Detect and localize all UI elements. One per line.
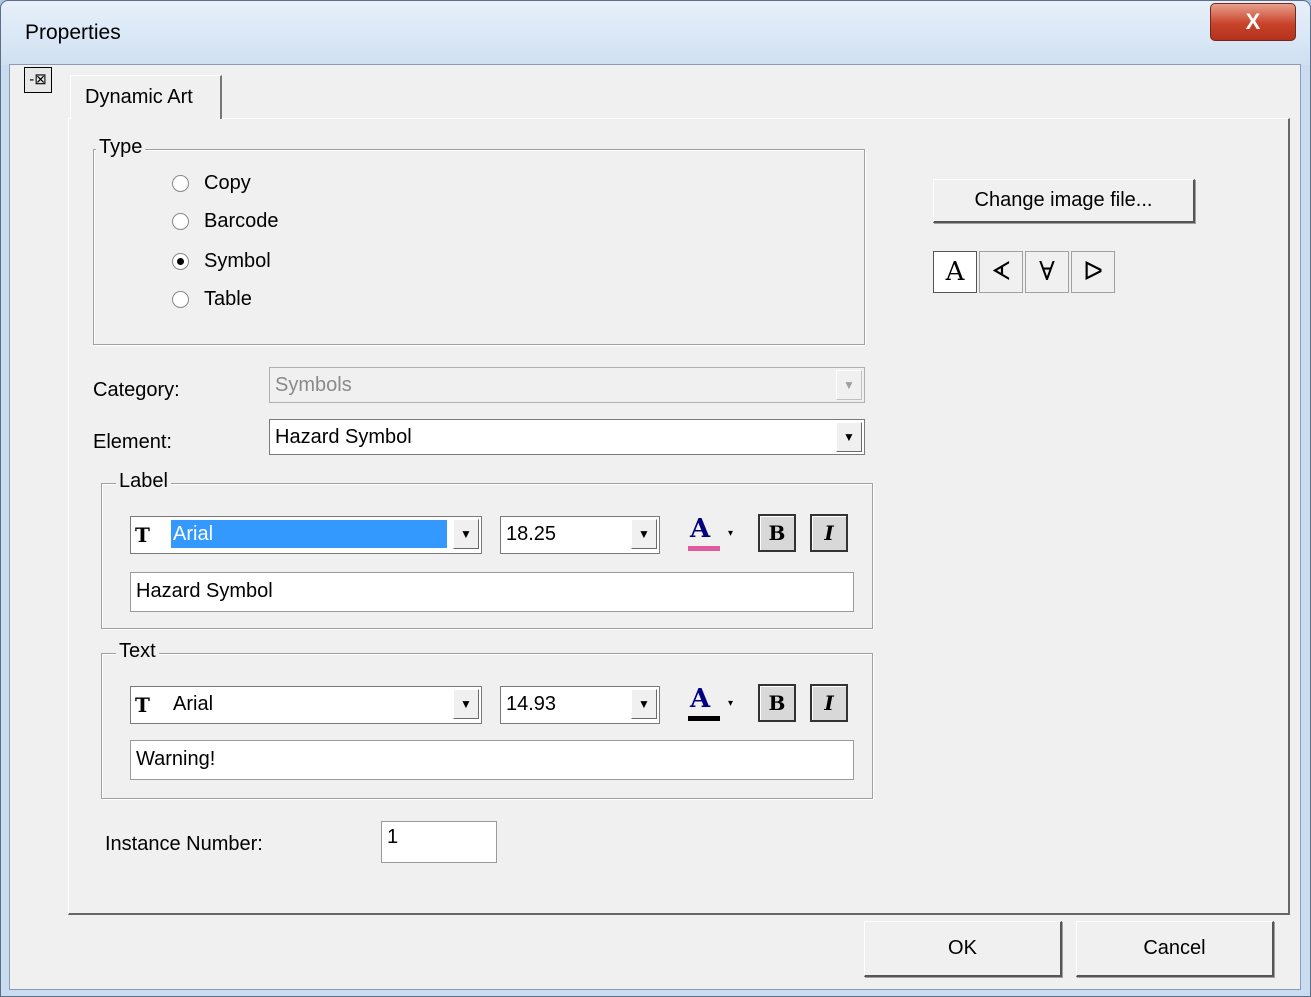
ok-button[interactable]: OK (864, 921, 1062, 977)
change-image-file-button[interactable]: Change image file... (933, 179, 1195, 223)
instance-number-label: Instance Number: (105, 833, 263, 855)
type-group: Type Copy Barcode Symbol Table (93, 136, 865, 345)
chevron-down-icon[interactable]: ▼ (453, 689, 479, 719)
font-type-icon: T (135, 523, 150, 547)
chevron-down-icon[interactable]: ▼ (631, 689, 657, 719)
radio-circle (172, 213, 189, 230)
instance-number-input[interactable]: 1 (381, 821, 497, 863)
chevron-down-icon[interactable]: ▼ (631, 519, 657, 549)
text-text-value: Warning! (136, 748, 216, 770)
font-color-swatch (688, 716, 720, 721)
label-font-value: Arial (171, 520, 447, 548)
dialog-client-area: -⊠ Dynamic Art Type Copy Barcode Symbol (9, 64, 1301, 990)
text-font-color-button[interactable]: A ▾ (686, 684, 742, 726)
label-size-select[interactable]: 18.25 ▼ (500, 516, 660, 554)
cancel-button[interactable]: Cancel (1076, 921, 1274, 977)
radio-label: Symbol (204, 250, 271, 272)
radio-label: Barcode (204, 210, 279, 232)
text-legend: Text (116, 640, 159, 663)
orientation-group: A ᗉ ∀ ᐅ (933, 251, 1119, 293)
tab-panel: Type Copy Barcode Symbol Table Category:… (68, 118, 1290, 915)
text-font-value: Arial (173, 693, 214, 715)
text-text-input[interactable]: Warning! (130, 740, 854, 780)
label-group: Label T Arial ▼ 18.25 ▼ A ▾ B I Hazard S… (101, 470, 873, 629)
radio-circle (172, 175, 189, 192)
category-select: Symbols ▼ (269, 367, 865, 403)
chevron-down-icon[interactable]: ▼ (453, 519, 479, 549)
font-color-swatch (688, 546, 720, 551)
label-font-select[interactable]: T Arial ▼ (130, 516, 482, 554)
text-font-select[interactable]: T Arial ▼ (130, 686, 482, 724)
radio-circle (172, 291, 189, 308)
type-legend: Type (96, 136, 146, 159)
label-legend: Label (116, 470, 171, 493)
element-label: Element: (93, 431, 172, 453)
window-title: Properties (25, 21, 121, 44)
chevron-down-icon: ▾ (728, 528, 734, 539)
text-size-select[interactable]: 14.93 ▼ (500, 686, 660, 724)
font-type-icon: T (135, 693, 150, 717)
font-color-icon: A (690, 684, 711, 714)
chevron-down-icon[interactable]: ▼ (836, 422, 862, 452)
label-size-value: 18.25 (506, 523, 557, 545)
text-group: Text T Arial ▼ 14.93 ▼ A ▾ B I Warning! (101, 640, 873, 799)
orientation-0-button[interactable]: A (933, 251, 977, 293)
label-text-input[interactable]: Hazard Symbol (130, 572, 854, 612)
text-bold-button[interactable]: B (758, 684, 796, 722)
properties-window: Properties X -⊠ Dynamic Art Type Copy Ba… (0, 0, 1311, 997)
pin-icon[interactable]: -⊠ (24, 67, 52, 93)
tab-dynamic-art[interactable]: Dynamic Art (70, 75, 222, 119)
label-text-value: Hazard Symbol (136, 580, 273, 602)
title-bar[interactable]: Properties X (1, 1, 1310, 65)
label-bold-button[interactable]: B (758, 514, 796, 552)
category-value: Symbols (275, 374, 352, 396)
text-italic-button[interactable]: I (810, 684, 848, 722)
element-select[interactable]: Hazard Symbol ▼ (269, 419, 865, 455)
radio-circle-selected (172, 253, 189, 270)
category-label: Category: (93, 379, 180, 401)
font-color-icon: A (690, 514, 711, 544)
tab-label: Dynamic Art (85, 86, 193, 108)
close-button[interactable]: X (1210, 3, 1296, 41)
orientation-90-button[interactable]: ᗉ (979, 251, 1023, 293)
radio-label: Table (204, 288, 252, 310)
orientation-180-button[interactable]: ∀ (1025, 251, 1069, 293)
label-italic-button[interactable]: I (810, 514, 848, 552)
label-font-color-button[interactable]: A ▾ (686, 514, 742, 556)
instance-number-value: 1 (387, 826, 399, 848)
element-value: Hazard Symbol (275, 426, 412, 448)
chevron-down-icon: ▼ (836, 370, 862, 400)
text-size-value: 14.93 (506, 693, 557, 715)
orientation-270-button[interactable]: ᐅ (1071, 251, 1115, 293)
chevron-down-icon: ▾ (728, 698, 734, 709)
radio-label: Copy (204, 172, 251, 194)
